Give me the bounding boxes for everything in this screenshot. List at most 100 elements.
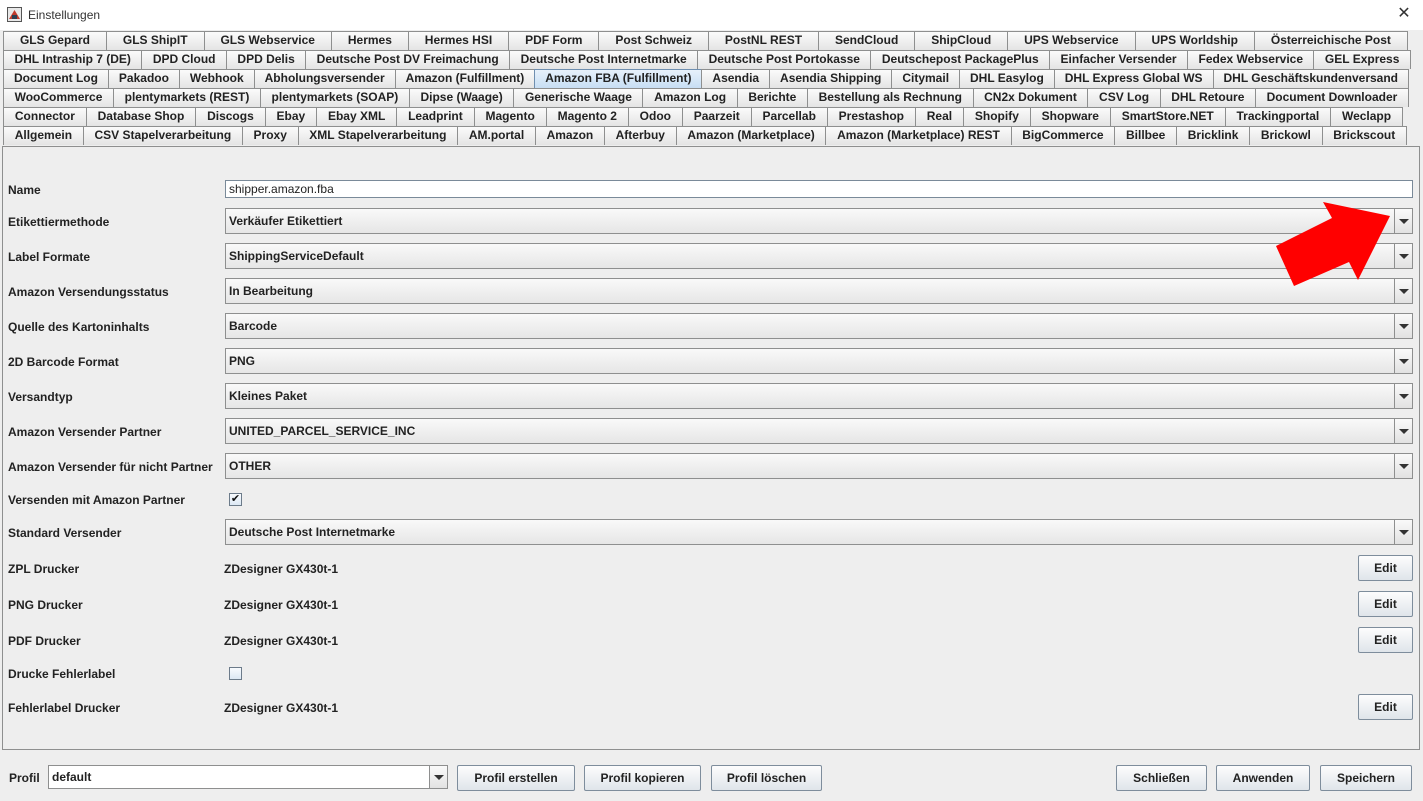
tab-amazon-log[interactable]: Amazon Log [642,88,738,107]
tab-webhook[interactable]: Webhook [178,69,255,88]
tab-allgemein[interactable]: Allgemein [3,126,84,145]
tab-amazon-fulfillment[interactable]: Amazon (Fulfillment) [394,69,536,88]
tab-abholungsversender[interactable]: Abholungsversender [253,69,396,88]
tab-dpd-cloud[interactable]: DPD Cloud [141,50,227,69]
tab-afterbuy[interactable]: Afterbuy [603,126,677,145]
tab-deutsche-post-internetmarke[interactable]: Deutsche Post Internetmarke [509,50,699,69]
tab-gls-shipit[interactable]: GLS ShipIT [105,31,205,50]
tab-pdf-form[interactable]: PDF Form [508,31,600,50]
versender-partner-select[interactable]: UNITED_PARCEL_SERVICE_INC [225,418,1413,444]
fehlerlabel-edit-button[interactable]: Edit [1358,694,1413,720]
tab-document-log[interactable]: Document Log [3,69,109,88]
tab-dhl-intraship-7-de[interactable]: DHL Intraship 7 (DE) [3,50,143,69]
tab-discogs[interactable]: Discogs [195,107,266,126]
tab-dhl-retoure[interactable]: DHL Retoure [1159,88,1256,107]
tab-gls-gepard[interactable]: GLS Gepard [3,31,107,50]
tab-leadprint[interactable]: Leadprint [396,107,475,126]
tab-ebay[interactable]: Ebay [264,107,318,126]
quelle-select[interactable]: Barcode [225,313,1413,339]
tab-sendcloud[interactable]: SendCloud [818,31,916,50]
standard-versender-select[interactable]: Deutsche Post Internetmarke [225,519,1413,545]
tab-plentymarkets-rest[interactable]: plentymarkets (REST) [113,88,261,107]
tab-amazon[interactable]: Amazon [534,126,605,145]
tab-am-portal[interactable]: AM.portal [457,126,536,145]
tab-database-shop[interactable]: Database Shop [85,107,197,126]
tab-hermes-hsi[interactable]: Hermes HSI [407,31,510,50]
tab-trackingportal[interactable]: Trackingportal [1224,107,1332,126]
tab-cn2x-dokument[interactable]: CN2x Dokument [972,88,1089,107]
chevron-down-icon[interactable] [1394,349,1412,373]
tab-pakadoo[interactable]: Pakadoo [107,69,180,88]
tab-post-schweiz[interactable]: Post Schweiz [598,31,709,50]
tab-proxy[interactable]: Proxy [241,126,299,145]
tab-dhl-easylog[interactable]: DHL Easylog [959,69,1055,88]
drucke-fehlerlabel-checkbox[interactable] [229,667,242,680]
tab-dhl-express-global-ws[interactable]: DHL Express Global WS [1053,69,1214,88]
tab-postnl-rest[interactable]: PostNL REST [707,31,819,50]
tab-gel-express[interactable]: GEL Express [1313,50,1411,69]
tab-amazon-fba-fulfillment[interactable]: Amazon FBA (Fulfillment) [534,69,703,88]
tab-gls-webservice[interactable]: GLS Webservice [203,31,332,50]
tab-deutsche-post-dv-freimachung[interactable]: Deutsche Post DV Freimachung [305,50,511,69]
tab-ups-worldship[interactable]: UPS Worldship [1134,31,1255,50]
chevron-down-icon[interactable] [1394,314,1412,338]
anwenden-button[interactable]: Anwenden [1216,765,1310,791]
speichern-button[interactable]: Speichern [1320,765,1412,791]
profil-erstellen-button[interactable]: Profil erstellen [457,765,575,791]
tab-shipcloud[interactable]: ShipCloud [914,31,1009,50]
tab-dhl-geschäftskundenversand[interactable]: DHL Geschäftskundenversand [1212,69,1409,88]
tab-bricklink[interactable]: Bricklink [1176,126,1251,145]
profil-kopieren-button[interactable]: Profil kopieren [584,765,701,791]
barcode-format-select[interactable]: PNG [225,348,1413,374]
tab-paarzeit[interactable]: Paarzeit [681,107,752,126]
profil-select[interactable]: default [48,765,448,789]
tab-bestellung-als-rechnung[interactable]: Bestellung als Rechnung [806,88,974,107]
tab-brickowl[interactable]: Brickowl [1249,126,1323,145]
label-formate-select[interactable]: ShippingServiceDefault [225,243,1413,269]
tab-magento[interactable]: Magento [473,107,547,126]
zpl-edit-button[interactable]: Edit [1358,555,1413,581]
versandstatus-select[interactable]: In Bearbeitung [225,278,1413,304]
chevron-down-icon[interactable] [1394,384,1412,408]
tab-asendia-shipping[interactable]: Asendia Shipping [769,69,893,88]
tab-brickscout[interactable]: Brickscout [1321,126,1407,145]
tab-deutsche-post-portokasse[interactable]: Deutsche Post Portokasse [697,50,872,69]
chevron-down-icon[interactable] [429,766,447,788]
tab-shopware[interactable]: Shopware [1029,107,1111,126]
versenden-partner-checkbox[interactable]: ✔ [229,493,242,506]
tab-berichte[interactable]: Berichte [736,88,808,107]
tab-österreichische-post[interactable]: Österreichische Post [1253,31,1408,50]
tab-ups-webservice[interactable]: UPS Webservice [1007,31,1136,50]
tab-einfacher-versender[interactable]: Einfacher Versender [1049,50,1189,69]
tab-csv-log[interactable]: CSV Log [1087,88,1161,107]
tab-connector[interactable]: Connector [3,107,87,126]
tab-ebay-xml[interactable]: Ebay XML [316,107,398,126]
versandtyp-select[interactable]: Kleines Paket [225,383,1413,409]
tab-hermes[interactable]: Hermes [330,31,409,50]
tab-xml-stapelverarbeitung[interactable]: XML Stapelverarbeitung [297,126,459,145]
tab-shopify[interactable]: Shopify [963,107,1031,126]
chevron-down-icon[interactable] [1394,419,1412,443]
tab-dpd-delis[interactable]: DPD Delis [225,50,307,69]
profil-loeschen-button[interactable]: Profil löschen [711,765,822,791]
tab-plentymarkets-soap[interactable]: plentymarkets (SOAP) [259,88,410,107]
tab-document-downloader[interactable]: Document Downloader [1255,88,1409,107]
versender-nicht-partner-select[interactable]: OTHER [225,453,1413,479]
chevron-down-icon[interactable] [1394,454,1412,478]
pdf-edit-button[interactable]: Edit [1358,627,1413,653]
tab-deutschepost-packageplus[interactable]: Deutschepost PackagePlus [870,50,1051,69]
schliessen-button[interactable]: Schließen [1116,765,1207,791]
tab-weclapp[interactable]: Weclapp [1330,107,1403,126]
tab-woocommerce[interactable]: WooCommerce [3,88,115,107]
tab-bigcommerce[interactable]: BigCommerce [1010,126,1116,145]
tab-real[interactable]: Real [914,107,964,126]
tab-prestashop[interactable]: Prestashop [826,107,916,126]
tab-citymail[interactable]: Citymail [891,69,961,88]
tab-amazon-marketplace[interactable]: Amazon (Marketplace) [675,126,827,145]
chevron-down-icon[interactable] [1394,520,1412,544]
tab-smartstore-net[interactable]: SmartStore.NET [1109,107,1226,126]
tab-csv-stapelverarbeitung[interactable]: CSV Stapelverarbeitung [82,126,243,145]
tab-dipse-waage[interactable]: Dipse (Waage) [408,88,515,107]
etikettiermethode-select[interactable]: Verkäufer Etikettiert [225,208,1413,234]
name-input[interactable]: shipper.amazon.fba [225,180,1413,198]
